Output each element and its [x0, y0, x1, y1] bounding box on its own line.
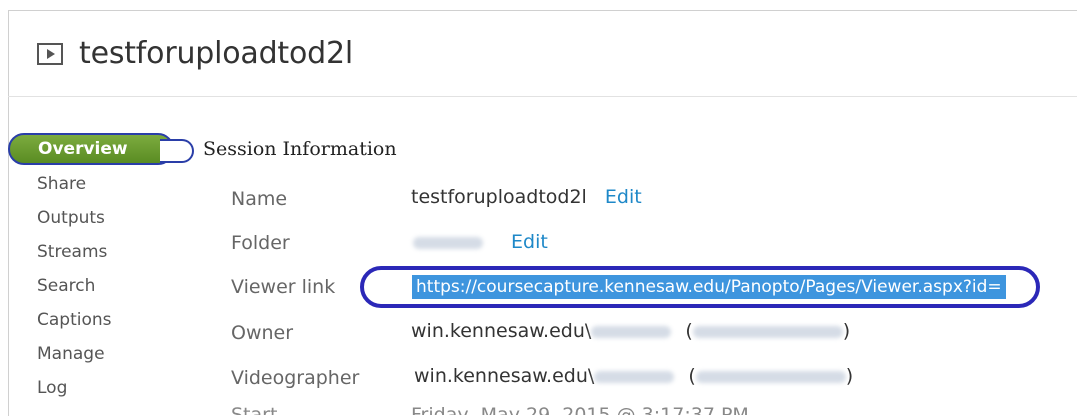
page-title: testforuploadtod2l — [79, 36, 354, 71]
videographer-fullname-redacted — [695, 370, 846, 383]
folder-label: Folder — [231, 232, 290, 254]
owner-username-redacted — [591, 325, 672, 338]
owner-fullname-redacted — [692, 325, 843, 338]
sidebar-item-streams[interactable]: Streams — [37, 241, 112, 275]
videographer-value-group: win.kennesaw.edu\ () — [414, 365, 853, 387]
sidebar-item-captions[interactable]: Captions — [37, 309, 112, 343]
viewer-link-label: Viewer link — [231, 276, 336, 298]
name-value: testforuploadtod2l — [411, 186, 587, 208]
page-header: testforuploadtod2l — [37, 36, 353, 71]
start-row: Start Friday, May 29, 2015 @ 3:17:37 PM — [231, 402, 791, 415]
name-edit-link[interactable]: Edit — [605, 186, 642, 208]
start-label: Start — [231, 404, 278, 415]
sidebar-item-log[interactable]: Log — [37, 377, 112, 411]
videographer-domain: win.kennesaw.edu\ — [414, 365, 595, 387]
folder-value-group: Edit — [413, 231, 548, 253]
name-label: Name — [231, 188, 288, 210]
owner-paren-open: ( — [685, 320, 693, 342]
owner-label: Owner — [231, 322, 294, 344]
sidebar-item-share[interactable]: Share — [37, 173, 112, 207]
videographer-label: Videographer — [231, 367, 360, 389]
folder-name-redacted — [413, 236, 483, 249]
play-icon — [37, 42, 63, 65]
header-divider — [8, 96, 1077, 97]
owner-value-group: win.kennesaw.edu\ () — [411, 320, 850, 342]
folder-edit-link[interactable]: Edit — [511, 231, 548, 253]
owner-paren-close: ) — [842, 320, 851, 342]
viewer-link-value[interactable]: https://coursecapture.kennesaw.edu/Panop… — [412, 275, 1006, 299]
sidebar-item-manage[interactable]: Manage — [37, 343, 112, 377]
section-title: Session Information — [203, 138, 397, 160]
name-value-group: testforuploadtod2l Edit — [411, 186, 642, 208]
videographer-username-redacted — [594, 370, 675, 383]
sidebar-item-overview[interactable]: Overview — [8, 133, 194, 165]
sidebar-item-search[interactable]: Search — [37, 275, 112, 309]
owner-domain: win.kennesaw.edu\ — [411, 320, 592, 342]
videographer-paren-open: ( — [688, 365, 696, 387]
start-value: Friday, May 29, 2015 @ 3:17:37 PM — [411, 404, 749, 415]
videographer-paren-close: ) — [845, 365, 854, 387]
sidebar-item-outputs[interactable]: Outputs — [37, 207, 112, 241]
